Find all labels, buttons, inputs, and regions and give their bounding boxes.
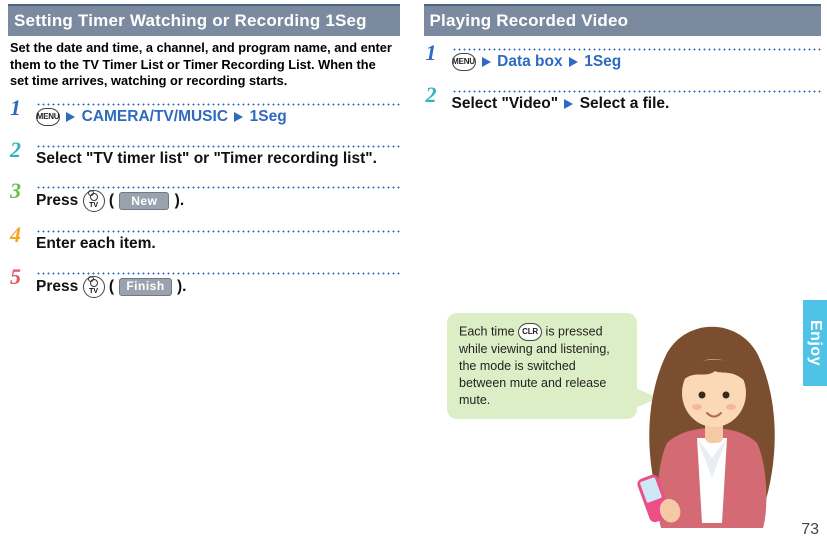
press-label: Press — [36, 278, 83, 295]
select-file: Select a file. — [580, 95, 670, 112]
camera-tv-key-icon: TV — [83, 276, 105, 298]
softkey-finish: Finish — [119, 278, 171, 296]
camera-tv-key-icon: TV — [83, 190, 105, 212]
path1: Data box — [497, 53, 562, 70]
step-number: 3 — [10, 180, 21, 202]
left-step-1: 1 MENU CAMERA/TV/MUSIC 1Seg — [8, 91, 400, 132]
path2: 1Seg — [250, 108, 287, 125]
right-step-2: 2 Select "Video" Select a file. — [424, 78, 822, 119]
close-paren: ). — [175, 192, 184, 209]
select-video: Select "Video" — [452, 95, 559, 112]
left-step-3: 3 Press TV ( New ). — [8, 174, 400, 218]
right-step-1: 1 MENU Data box 1Seg — [424, 36, 822, 77]
softkey-new: New — [119, 192, 169, 210]
arrow-icon — [482, 57, 491, 67]
step-number: 1 — [426, 42, 437, 64]
side-tab-label: Enjoy — [806, 320, 824, 366]
step-number: 4 — [10, 224, 21, 246]
arrow-icon — [569, 57, 578, 67]
left-section-title: Setting Timer Watching or Recording 1Seg — [8, 4, 400, 36]
left-intro: Set the date and time, a channel, and pr… — [8, 36, 400, 91]
right-section-title: Playing Recorded Video — [424, 4, 822, 36]
open-paren: ( — [109, 278, 114, 295]
open-paren: ( — [109, 192, 114, 209]
step-number: 2 — [426, 84, 437, 106]
camera-icon — [90, 279, 98, 287]
clr-key-icon: CLR — [518, 323, 542, 341]
step-number: 2 — [10, 139, 21, 161]
tv-label: TV — [89, 202, 98, 209]
side-tab-enjoy: Enjoy — [803, 300, 827, 386]
press-label: Press — [36, 192, 83, 209]
left-step-4: 4 Enter each item. — [8, 218, 400, 259]
tv-label: TV — [89, 288, 98, 295]
illustration: Each time CLR is pressed while viewing a… — [447, 293, 797, 533]
close-paren: ). — [177, 278, 186, 295]
arrow-icon — [66, 112, 75, 122]
step-text: Enter each item. — [36, 234, 400, 253]
step-number: 5 — [10, 266, 21, 288]
path1: CAMERA/TV/MUSIC — [82, 108, 228, 125]
path2: 1Seg — [584, 53, 621, 70]
step-number: 1 — [10, 97, 21, 119]
left-step-5: 5 Press TV ( Finish ). — [8, 260, 400, 304]
arrow-icon — [564, 99, 573, 109]
left-step-2: 2 Select "TV timer list" or "Timer recor… — [8, 133, 400, 174]
menu-key-icon: MENU — [452, 53, 476, 71]
person-phone-illustration — [627, 313, 797, 533]
arrow-icon — [234, 112, 243, 122]
step-text: Select "TV timer list" or "Timer recordi… — [36, 149, 400, 168]
menu-key-icon: MENU — [36, 108, 60, 126]
tip-bubble: Each time CLR is pressed while viewing a… — [447, 313, 637, 419]
camera-icon — [90, 193, 98, 201]
page-number: 73 — [801, 521, 819, 539]
bubble-text-1: Each time — [459, 324, 518, 338]
